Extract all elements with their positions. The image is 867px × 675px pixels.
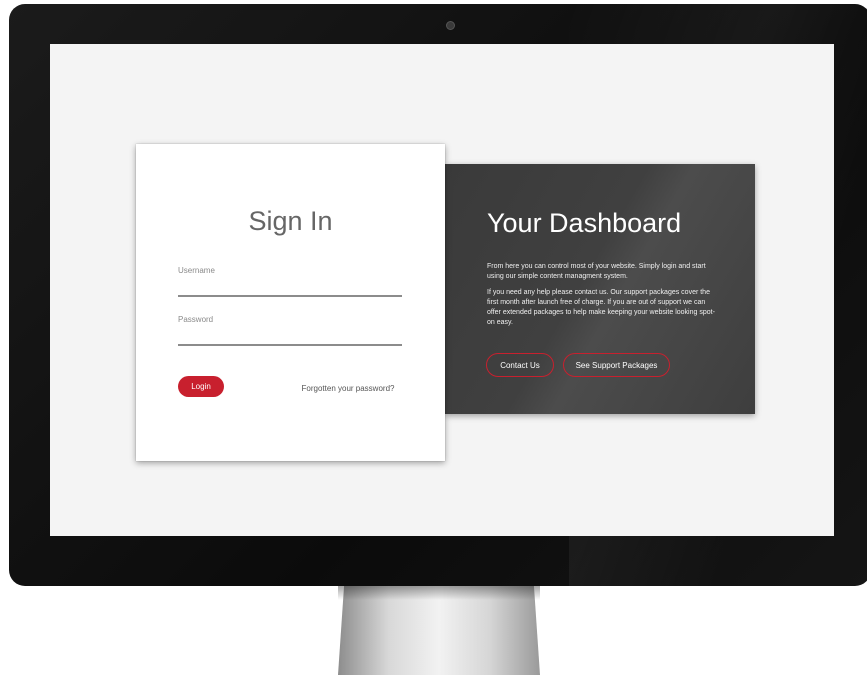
login-button[interactable]: Login bbox=[178, 376, 224, 397]
dashboard-support-text: If you need any help please contact us. … bbox=[487, 289, 715, 326]
signin-title: Sign In bbox=[248, 206, 333, 236]
dashboard-panel: Your Dashboard From here you can control… bbox=[445, 164, 755, 414]
contact-us-button[interactable]: Contact Us bbox=[486, 353, 554, 377]
password-label: Password bbox=[178, 315, 214, 324]
stand-shadow bbox=[338, 586, 540, 600]
signin-card: Sign In Username Password Login Forgotte… bbox=[136, 144, 445, 461]
dashboard-title: Your Dashboard bbox=[487, 208, 682, 238]
support-packages-button[interactable]: See Support Packages bbox=[563, 353, 670, 377]
screen: Your Dashboard From here you can control… bbox=[50, 44, 834, 536]
username-field[interactable] bbox=[178, 295, 402, 297]
dashboard-intro-text: From here you can control most of your w… bbox=[487, 263, 706, 280]
webcam bbox=[446, 21, 455, 30]
password-field[interactable] bbox=[178, 344, 402, 346]
username-label: Username bbox=[178, 266, 215, 275]
forgot-password-link[interactable]: Forgotten your password? bbox=[298, 384, 398, 393]
